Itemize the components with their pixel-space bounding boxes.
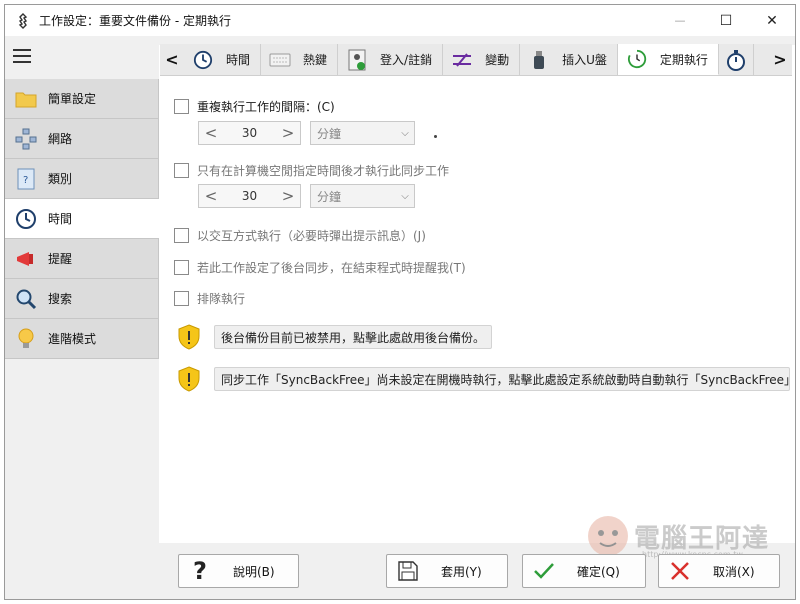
svg-text:?: ? <box>23 175 28 186</box>
sidebar-item-label: 時間 <box>48 212 73 226</box>
chevron-down-icon: ⌵ <box>401 190 409 202</box>
decrement-icon[interactable]: < <box>199 187 223 205</box>
chevron-down-icon: ⌵ <box>401 127 409 139</box>
magnifier-icon <box>15 288 37 310</box>
clock-icon <box>192 49 214 71</box>
repeat-interval-label: 重複執行工作的間隔：(C) <box>197 100 335 114</box>
queue-run-label: 排隊執行 <box>197 292 246 306</box>
sidebar: 簡單設定 網路 ? 類別 時間 提醒 搜索 進階模式 <box>5 45 159 359</box>
idle-time-stepper[interactable]: < 30 > <box>198 184 301 208</box>
tab-hotkey[interactable]: 熱鍵 <box>261 44 339 75</box>
sidebar-item-label: 網路 <box>48 132 73 146</box>
idle-run-checkbox[interactable] <box>174 163 189 178</box>
tab-usb-insert[interactable]: 插入U盤 <box>520 44 618 75</box>
enable-background-backup-link[interactable]: 後台備份目前已被禁用，點擊此處啟用後台備份。 <box>214 325 493 349</box>
queue-run-option[interactable]: 排隊執行 <box>174 290 245 307</box>
interactive-run-checkbox[interactable] <box>174 228 189 243</box>
sidebar-item-label: 進階模式 <box>48 332 97 346</box>
network-icon <box>15 128 37 150</box>
sidebar-item-category[interactable]: ? 類別 <box>5 159 159 199</box>
cross-icon <box>665 556 695 586</box>
settings-panel <box>159 45 795 543</box>
user-badge-icon <box>346 49 368 71</box>
sidebar-item-time[interactable]: 時間 <box>5 199 159 239</box>
sidebar-item-label: 提醒 <box>48 252 73 266</box>
repeat-interval-checkbox[interactable] <box>174 99 189 114</box>
repeat-interval-option[interactable]: 重複執行工作的間隔：(C) <box>174 98 335 115</box>
sidebar-item-search[interactable]: 搜索 <box>5 279 159 319</box>
stopwatch-icon <box>725 49 747 71</box>
sidebar-item-simple-settings[interactable]: 簡單設定 <box>5 79 159 119</box>
queue-run-checkbox[interactable] <box>174 291 189 306</box>
sidebar-item-label: 類別 <box>48 172 73 186</box>
repeat-interval-stepper[interactable]: < 30 > <box>198 121 301 145</box>
cancel-button[interactable]: 取消(X) <box>658 554 780 588</box>
tab-stopwatch-partial[interactable] <box>718 44 754 75</box>
background-remind-checkbox[interactable] <box>174 260 189 275</box>
sidebar-item-advanced-mode[interactable]: 進階模式 <box>5 319 159 359</box>
app-logo-icon <box>15 12 31 29</box>
startup-run-notice: 同步工作「SyncBackFree」尚未設定在開機時執行，點擊此處設定系統啟動時… <box>178 366 790 392</box>
sidebar-item-label: 簡單設定 <box>48 92 97 106</box>
mascot-logo-icon <box>588 516 628 556</box>
idle-run-label: 只有在計算機空閒指定時間後才執行此同步工作 <box>197 164 450 178</box>
trailing-dot <box>434 135 437 138</box>
lightbulb-icon <box>15 328 37 350</box>
tab-scroll-right-button[interactable]: > <box>768 44 792 75</box>
folder-icon <box>15 88 37 110</box>
set-startup-run-link[interactable]: 同步工作「SyncBackFree」尚未設定在開機時執行，點擊此處設定系統啟動時… <box>214 367 790 391</box>
repeat-interval-unit-select[interactable]: 分鐘 ⌵ <box>310 121 415 145</box>
increment-icon[interactable]: > <box>276 187 300 205</box>
close-button[interactable]: ✕ <box>749 5 795 36</box>
app-window: 工作設定：重要文件備份 - 定期執行 — ☐ ✕ 簡單設定 網路 ? 類別 時間 <box>4 4 796 600</box>
megaphone-icon <box>15 248 37 270</box>
question-icon: ? <box>193 557 207 585</box>
interactive-run-label: 以交互方式執行（必要時彈出提示訊息）(J) <box>197 229 426 243</box>
window-title: 工作設定：重要文件備份 - 定期執行 <box>39 14 231 28</box>
background-remind-label: 若此工作設定了後台同步，在結束程式時提醒我(T) <box>197 261 466 275</box>
background-remind-option[interactable]: 若此工作設定了後台同步，在結束程式時提醒我(T) <box>174 259 466 276</box>
background-backup-notice: 後台備份目前已被禁用，點擊此處啟用後台備份。 <box>178 324 493 350</box>
increment-icon[interactable]: > <box>276 124 300 142</box>
help-file-icon: ? <box>15 168 37 190</box>
decrement-icon[interactable]: < <box>199 124 223 142</box>
tab-scheduled-run[interactable]: 定期執行 <box>617 44 719 75</box>
warning-shield-icon <box>178 324 200 350</box>
idle-time-unit-select[interactable]: 分鐘 ⌵ <box>310 184 415 208</box>
menu-icon[interactable] <box>13 49 31 63</box>
sidebar-item-network[interactable]: 網路 <box>5 119 159 159</box>
usb-icon <box>528 49 550 71</box>
title-bar: 工作設定：重要文件備份 - 定期執行 — ☐ ✕ <box>5 5 795 36</box>
save-icon <box>393 556 423 586</box>
maximize-button[interactable]: ☐ <box>703 5 749 36</box>
ok-button[interactable]: 確定(Q) <box>522 554 646 588</box>
tab-scroll-left-button[interactable]: < <box>160 44 184 75</box>
interactive-run-option[interactable]: 以交互方式執行（必要時彈出提示訊息）(J) <box>174 227 426 244</box>
help-button[interactable]: ? 說明(B) <box>178 554 299 588</box>
refresh-clock-icon <box>626 48 648 70</box>
clock-icon <box>15 208 37 230</box>
apply-button[interactable]: 套用(Y) <box>386 554 508 588</box>
warning-shield-icon <box>178 366 200 392</box>
change-icon <box>451 49 473 71</box>
sidebar-nav: 簡單設定 網路 ? 類別 時間 提醒 搜索 進階模式 <box>5 79 159 359</box>
sidebar-item-label: 搜索 <box>48 292 73 306</box>
tab-change[interactable]: 變動 <box>443 44 521 75</box>
checkmark-icon <box>529 556 559 586</box>
tab-strip: < 時間 熱鍵 登入/註銷 變動 插入U盤 定期執行 > <box>160 44 792 76</box>
tab-time[interactable]: 時間 <box>184 44 262 75</box>
idle-run-option[interactable]: 只有在計算機空閒指定時間後才執行此同步工作 <box>174 162 449 179</box>
keyboard-icon <box>269 49 291 71</box>
minimize-button[interactable]: — <box>657 5 703 36</box>
sidebar-item-reminder[interactable]: 提醒 <box>5 239 159 279</box>
tab-login-logout[interactable]: 登入/註銷 <box>338 44 444 75</box>
